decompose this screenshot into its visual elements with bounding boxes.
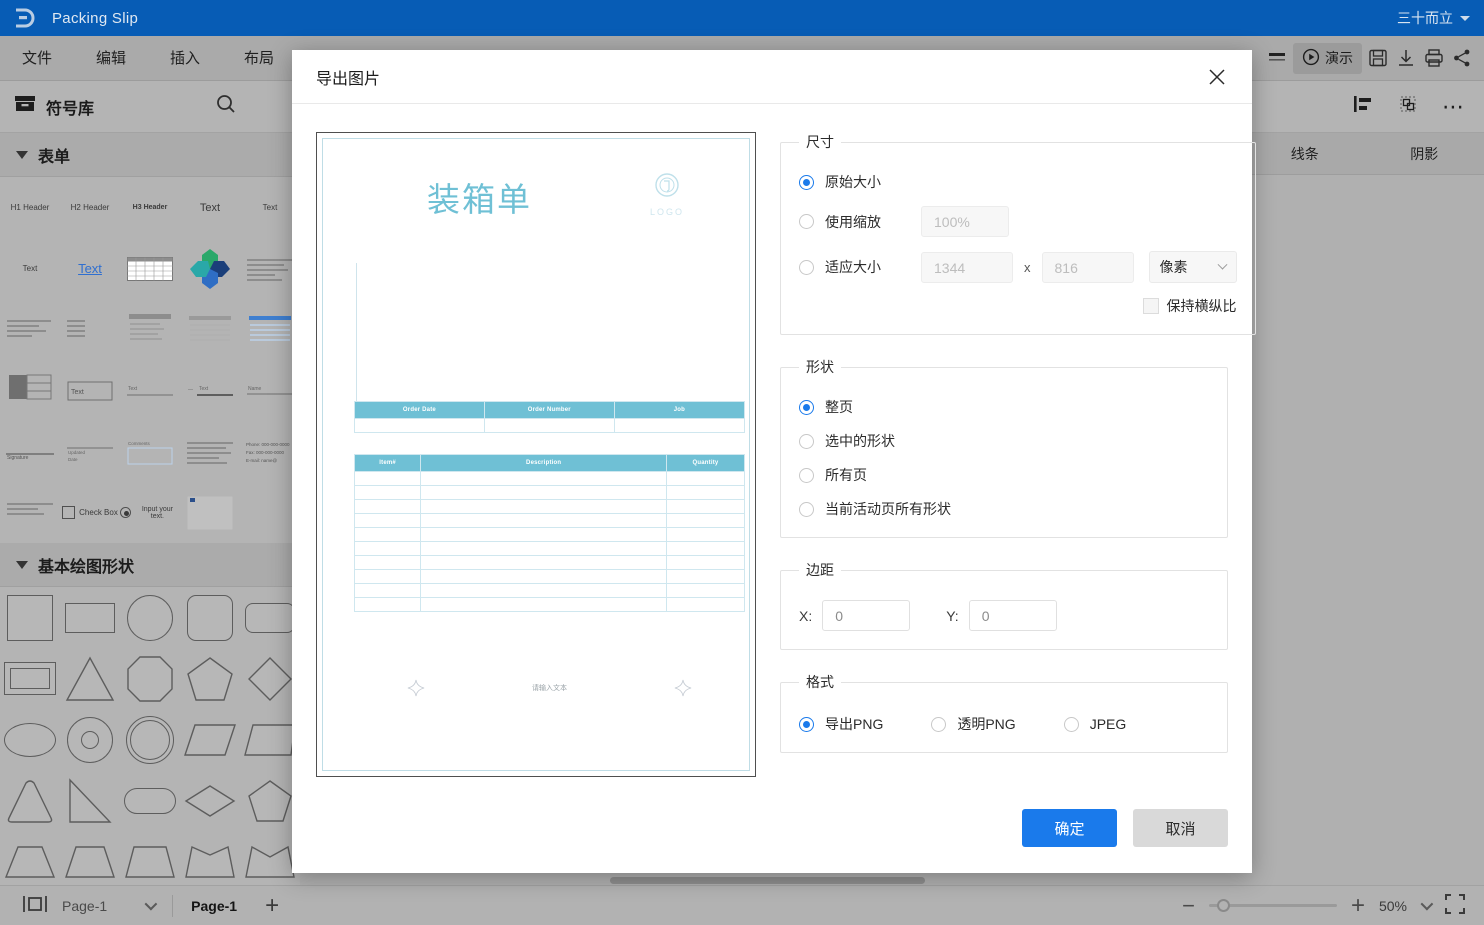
shape-legend: 形状	[806, 359, 834, 375]
keep-ratio-row[interactable]: 保持横纵比	[799, 296, 1237, 316]
radio-icon[interactable]	[799, 433, 814, 449]
scale-input[interactable]: 100%	[921, 206, 1009, 237]
sparkle-diamond-icon	[674, 679, 691, 697]
export-preview: 装箱单 LOGO Order Date Order Number Job Ite…	[316, 132, 756, 777]
size-scale-label: 使用缩放	[825, 213, 881, 230]
application-window: Packing Slip 三十而立 文件 编辑 插入 布局 视图 形状 帮助 演…	[0, 0, 1484, 925]
table-row	[353, 569, 746, 584]
radio-icon[interactable]	[799, 399, 814, 415]
preview-doc-title: 装箱单	[427, 181, 532, 218]
radio-icon[interactable]	[1063, 716, 1079, 732]
th-description: Description	[420, 454, 667, 472]
dialog-footer: 确定 取消	[1022, 809, 1228, 847]
chevron-down-icon	[1217, 259, 1227, 270]
format-option-jpeg[interactable]: JPEG	[1063, 716, 1127, 732]
size-option-fit[interactable]: 适应大小 1344 x 816 像素	[799, 251, 1237, 283]
margin-x-label: X:	[799, 607, 813, 624]
margin-y-label: Y:	[946, 607, 959, 624]
margin-y-input[interactable]: 0	[968, 600, 1057, 631]
format-option-label: 透明PNG	[957, 716, 1016, 732]
radio-icon[interactable]	[799, 467, 814, 483]
preview-items-table: Item# Description Quantity	[353, 454, 746, 612]
dialog-title: 导出图片	[316, 70, 381, 88]
table-row	[353, 471, 746, 486]
size-option-original[interactable]: 原始大小	[799, 172, 1237, 192]
table-header-row: Item# Description Quantity	[353, 454, 746, 472]
radio-icon[interactable]	[799, 716, 814, 732]
margin-group: 边距 X: 0 Y: 0	[780, 560, 1228, 650]
th-item: Item#	[353, 454, 422, 472]
table-row	[353, 555, 746, 570]
size-legend: 尺寸	[806, 134, 834, 150]
format-group: 格式 导出PNG 透明PNG JPEG	[780, 672, 1228, 753]
th-order-number: Order Number	[483, 401, 615, 419]
cancel-button[interactable]: 取消	[1133, 809, 1228, 847]
ok-button[interactable]: 确定	[1022, 809, 1117, 847]
table-row	[353, 597, 746, 612]
export-options: 尺寸 原始大小 使用缩放 100% 适应大小 1344 x 816 像素 保持横…	[780, 132, 1256, 777]
table-row	[353, 583, 746, 598]
checkbox-icon[interactable]	[1142, 298, 1159, 314]
preview-page: 装箱单 LOGO Order Date Order Number Job Ite…	[322, 138, 750, 771]
format-option-png[interactable]: 导出PNG	[799, 714, 883, 734]
circle-logo-icon	[655, 173, 679, 197]
shape-option-label: 当前活动页所有形状	[825, 501, 951, 517]
margin-row: X: 0 Y: 0	[799, 600, 1209, 631]
th-order-date: Order Date	[354, 401, 485, 419]
fit-width-input[interactable]: 1344	[921, 251, 1013, 283]
preview-logo-text: LOGO	[649, 207, 684, 217]
margin-legend: 边距	[806, 562, 834, 578]
shape-option-label: 选中的形状	[825, 433, 895, 449]
size-group: 尺寸 原始大小 使用缩放 100% 适应大小 1344 x 816 像素 保持横…	[780, 132, 1256, 335]
dimension-separator: x	[1024, 259, 1031, 275]
dialog-header: 导出图片	[292, 50, 1252, 104]
radio-icon[interactable]	[799, 214, 814, 229]
table-row	[353, 527, 746, 542]
shape-option-whole-page[interactable]: 整页	[799, 397, 1209, 417]
preview-footer-text: 请输入文本	[531, 685, 567, 692]
margin-x-input[interactable]: 0	[822, 600, 911, 631]
format-option-transparent-png[interactable]: 透明PNG	[931, 714, 1016, 734]
radio-icon[interactable]	[799, 259, 814, 275]
table-row	[353, 485, 746, 500]
preview-logo: LOGO	[647, 171, 687, 217]
table-row	[353, 513, 746, 528]
preview-divider	[356, 263, 357, 401]
format-legend: 格式	[806, 674, 834, 690]
radio-icon[interactable]	[799, 501, 814, 517]
radio-icon[interactable]	[799, 174, 814, 190]
shape-group: 形状 整页 选中的形状 所有页 当前活动页所有形状	[780, 357, 1228, 538]
table-row	[353, 499, 746, 514]
shape-option-label: 整页	[825, 399, 853, 415]
sparkle-diamond-icon	[408, 679, 425, 697]
size-option-scale[interactable]: 使用缩放 100%	[799, 206, 1237, 237]
format-options: 导出PNG 透明PNG JPEG	[799, 714, 1209, 734]
size-fit-label: 适应大小	[825, 259, 881, 275]
th-job: Job	[613, 401, 746, 419]
preview-footer: 请输入文本	[354, 679, 745, 697]
dialog-body: 装箱单 LOGO Order Date Order Number Job Ite…	[292, 104, 1256, 777]
format-option-label: JPEG	[1089, 716, 1127, 732]
shape-option-active-page-shapes[interactable]: 当前活动页所有形状	[799, 499, 1209, 519]
table-row	[353, 541, 746, 556]
shape-option-all-pages[interactable]: 所有页	[799, 465, 1209, 485]
keep-ratio-label: 保持横纵比	[1166, 298, 1237, 314]
preview-order-table: Order Date Order Number Job	[354, 401, 746, 433]
fit-height-input[interactable]: 816	[1041, 251, 1134, 283]
format-option-label: 导出PNG	[825, 716, 884, 732]
th-quantity: Quantity	[665, 454, 746, 472]
unit-select-value: 像素	[1159, 259, 1188, 275]
radio-icon[interactable]	[931, 716, 947, 732]
shape-option-selected[interactable]: 选中的形状	[799, 431, 1209, 451]
table-header-row: Order Date Order Number Job	[354, 401, 746, 419]
shape-option-label: 所有页	[825, 467, 867, 483]
export-image-dialog: 导出图片 装箱单 LOGO Order Date Order Number Jo…	[292, 50, 1256, 873]
table-row	[354, 418, 746, 433]
size-original-label: 原始大小	[825, 174, 881, 190]
unit-select[interactable]: 像素	[1148, 251, 1237, 283]
close-icon[interactable]	[1204, 64, 1230, 90]
